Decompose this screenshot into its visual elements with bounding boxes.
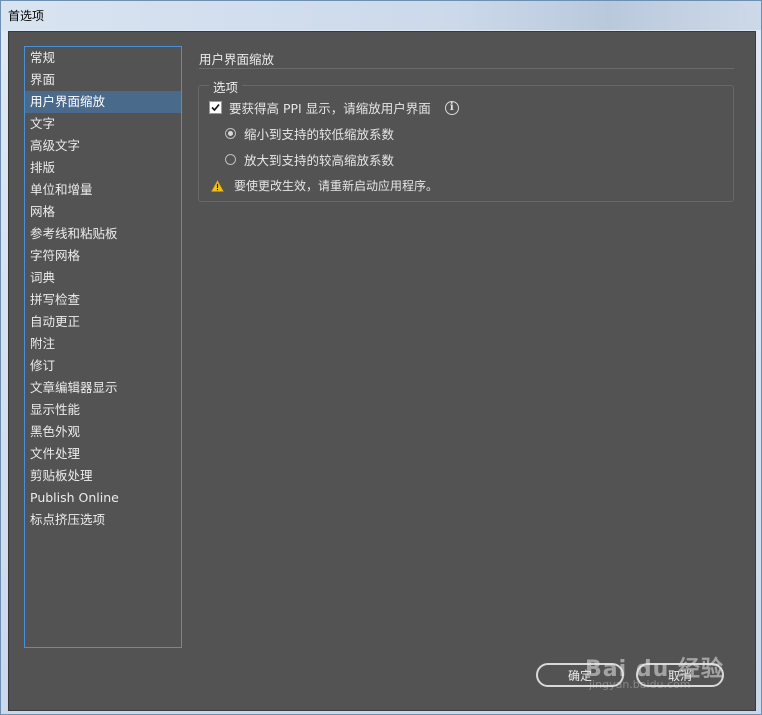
nav-item-grids[interactable]: 网格 [25, 201, 181, 223]
scale-ui-checkbox-label: 要获得高 PPI 显示，请缩放用户界面 [229, 101, 431, 116]
panel-title: 用户界面缩放 [199, 52, 275, 67]
nav-item-interface[interactable]: 界面 [25, 69, 181, 91]
nav-item-mojikumi[interactable]: 标点挤压选项 [25, 509, 181, 531]
radio-scale-down[interactable] [225, 128, 236, 139]
nav-item-general[interactable]: 常规 [25, 47, 181, 69]
options-group-label: 选项 [209, 77, 243, 96]
warning-icon [211, 179, 224, 192]
window-title: 首选项 [8, 9, 45, 23]
nav-item-advanced-type[interactable]: 高级文字 [25, 135, 181, 157]
nav-item-file-handling[interactable]: 文件处理 [25, 443, 181, 465]
options-group: 选项 要获得高 PPI 显示，请缩放用户界面 i 缩小到支持的较低缩放系数 放大… [198, 77, 734, 202]
nav-item-dictionary[interactable]: 词典 [25, 267, 181, 289]
radio-selected-dot [228, 131, 233, 136]
nav-item-ui-scaling[interactable]: 用户界面缩放 [25, 91, 181, 113]
nav-item-notes[interactable]: 附注 [25, 333, 181, 355]
nav-item-spelling[interactable]: 拼写检查 [25, 289, 181, 311]
title-bar[interactable]: 首选项 [1, 1, 761, 30]
nav-item-units-increments[interactable]: 单位和增量 [25, 179, 181, 201]
nav-item-autocorrect[interactable]: 自动更正 [25, 311, 181, 333]
checkmark-icon [211, 103, 220, 112]
info-icon[interactable]: i [444, 100, 459, 115]
radio-scale-up-label: 放大到支持的较高缩放系数 [244, 153, 395, 168]
nav-item-publish-online[interactable]: Publish Online [25, 487, 181, 509]
nav-item-appearance-of-black[interactable]: 黑色外观 [25, 421, 181, 443]
radio-scale-down-label: 缩小到支持的较低缩放系数 [244, 127, 395, 142]
nav-item-clipboard-handling[interactable]: 剪贴板处理 [25, 465, 181, 487]
scale-ui-checkbox[interactable] [209, 101, 222, 114]
dialog-body: 常规 界面 用户界面缩放 文字 高级文字 排版 单位和增量 网格 参考线和粘贴板… [8, 31, 756, 711]
radio-scale-up[interactable] [225, 154, 236, 165]
category-list: 常规 界面 用户界面缩放 文字 高级文字 排版 单位和增量 网格 参考线和粘贴板… [24, 46, 182, 648]
radio-scale-up-row[interactable]: 放大到支持的较高缩放系数 [225, 150, 394, 169]
panel-divider [199, 68, 734, 69]
scale-ui-checkbox-row[interactable]: 要获得高 PPI 显示，请缩放用户界面 i [209, 98, 459, 117]
nav-item-track-changes[interactable]: 修订 [25, 355, 181, 377]
nav-item-display-performance[interactable]: 显示性能 [25, 399, 181, 421]
nav-item-frame-grid[interactable]: 字符网格 [25, 245, 181, 267]
nav-item-composition[interactable]: 排版 [25, 157, 181, 179]
radio-scale-down-row[interactable]: 缩小到支持的较低缩放系数 [225, 124, 394, 143]
nav-item-guides-pasteboard[interactable]: 参考线和粘贴板 [25, 223, 181, 245]
nav-item-type[interactable]: 文字 [25, 113, 181, 135]
warning-text: 要使更改生效，请重新启动应用程序。 [234, 179, 439, 193]
watermark-url: jingyan.baidu.com [589, 678, 691, 691]
restart-warning: 要使更改生效，请重新启动应用程序。 [211, 177, 438, 194]
nav-item-story-editor-display[interactable]: 文章编辑器显示 [25, 377, 181, 399]
preferences-window: 首选项 常规 界面 用户界面缩放 文字 高级文字 排版 单位和增量 网格 参考线… [0, 0, 762, 715]
